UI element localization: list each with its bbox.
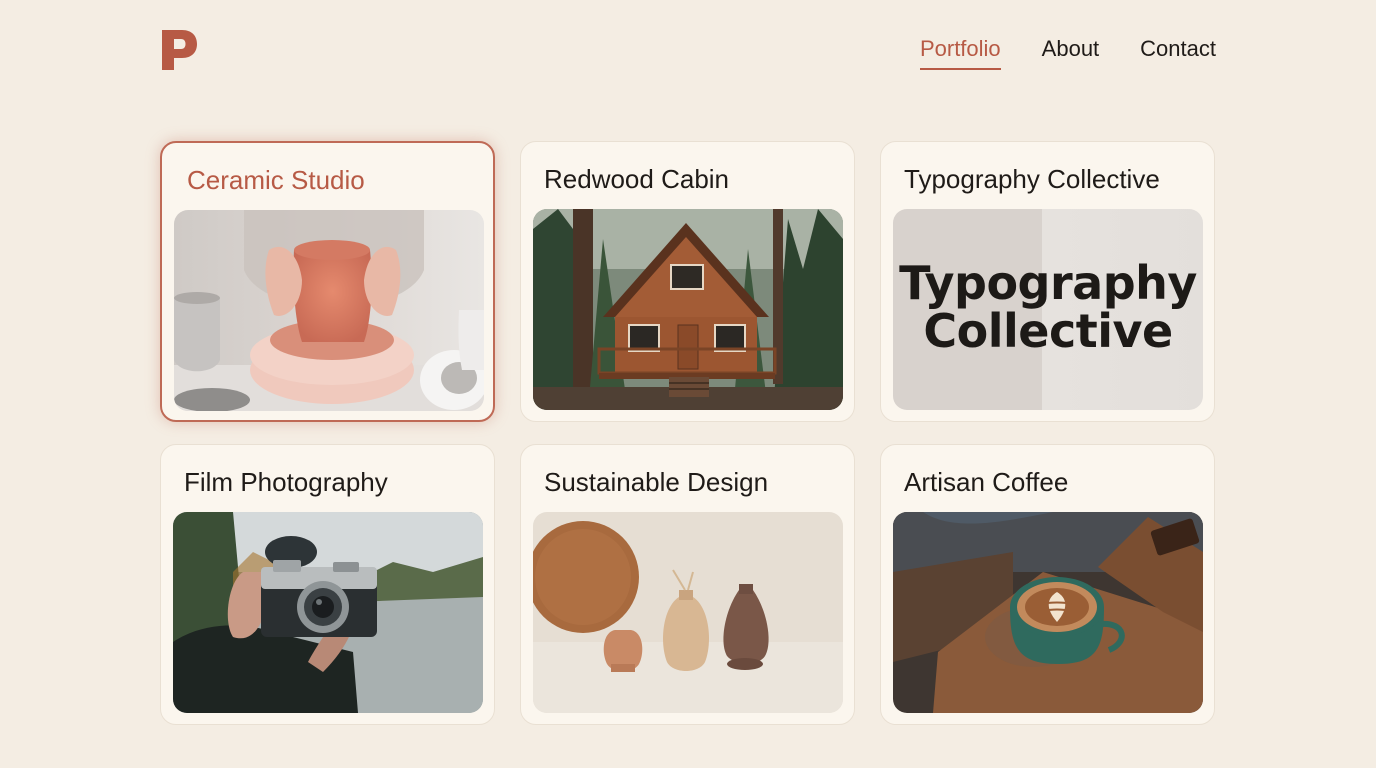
camera-lake-image bbox=[173, 512, 483, 713]
site-header: Portfolio About Contact bbox=[0, 0, 1376, 100]
wooden-vases-image bbox=[533, 512, 843, 713]
nav-portfolio[interactable]: Portfolio bbox=[919, 36, 1001, 70]
logo-p-icon[interactable] bbox=[160, 28, 198, 72]
card-title: Redwood Cabin bbox=[544, 164, 730, 194]
pottery-wheel-image bbox=[174, 210, 484, 411]
latte-cup-image bbox=[893, 512, 1203, 713]
forest-cabin-image bbox=[533, 209, 843, 410]
project-card-sustainable-design[interactable]: Sustainable Design bbox=[520, 444, 855, 725]
main-nav: Portfolio About Contact bbox=[919, 36, 1216, 70]
project-card-redwood-cabin[interactable]: Redwood Cabin bbox=[520, 141, 855, 422]
card-title: Typography Collective bbox=[904, 164, 1160, 194]
nav-contact[interactable]: Contact bbox=[1140, 36, 1216, 70]
card-title: Sustainable Design bbox=[544, 467, 769, 497]
nav-about[interactable]: About bbox=[1042, 36, 1100, 70]
poster-text: Typography Collective bbox=[899, 256, 1197, 358]
card-title: Film Photography bbox=[184, 467, 388, 497]
card-title: Ceramic Studio bbox=[187, 165, 365, 195]
project-card-typography-collective[interactable]: Typography Collective Typography Collecti… bbox=[880, 141, 1215, 422]
project-card-artisan-coffee[interactable]: Artisan Coffee bbox=[880, 444, 1215, 725]
portfolio-grid: Ceramic Studio Redwood Cabin Typography … bbox=[160, 141, 1215, 725]
project-card-film-photography[interactable]: Film Photography bbox=[160, 444, 495, 725]
typography-poster-image: Typography Collective bbox=[893, 209, 1203, 410]
card-title: Artisan Coffee bbox=[904, 467, 1069, 497]
project-card-ceramic-studio[interactable]: Ceramic Studio bbox=[160, 141, 495, 422]
